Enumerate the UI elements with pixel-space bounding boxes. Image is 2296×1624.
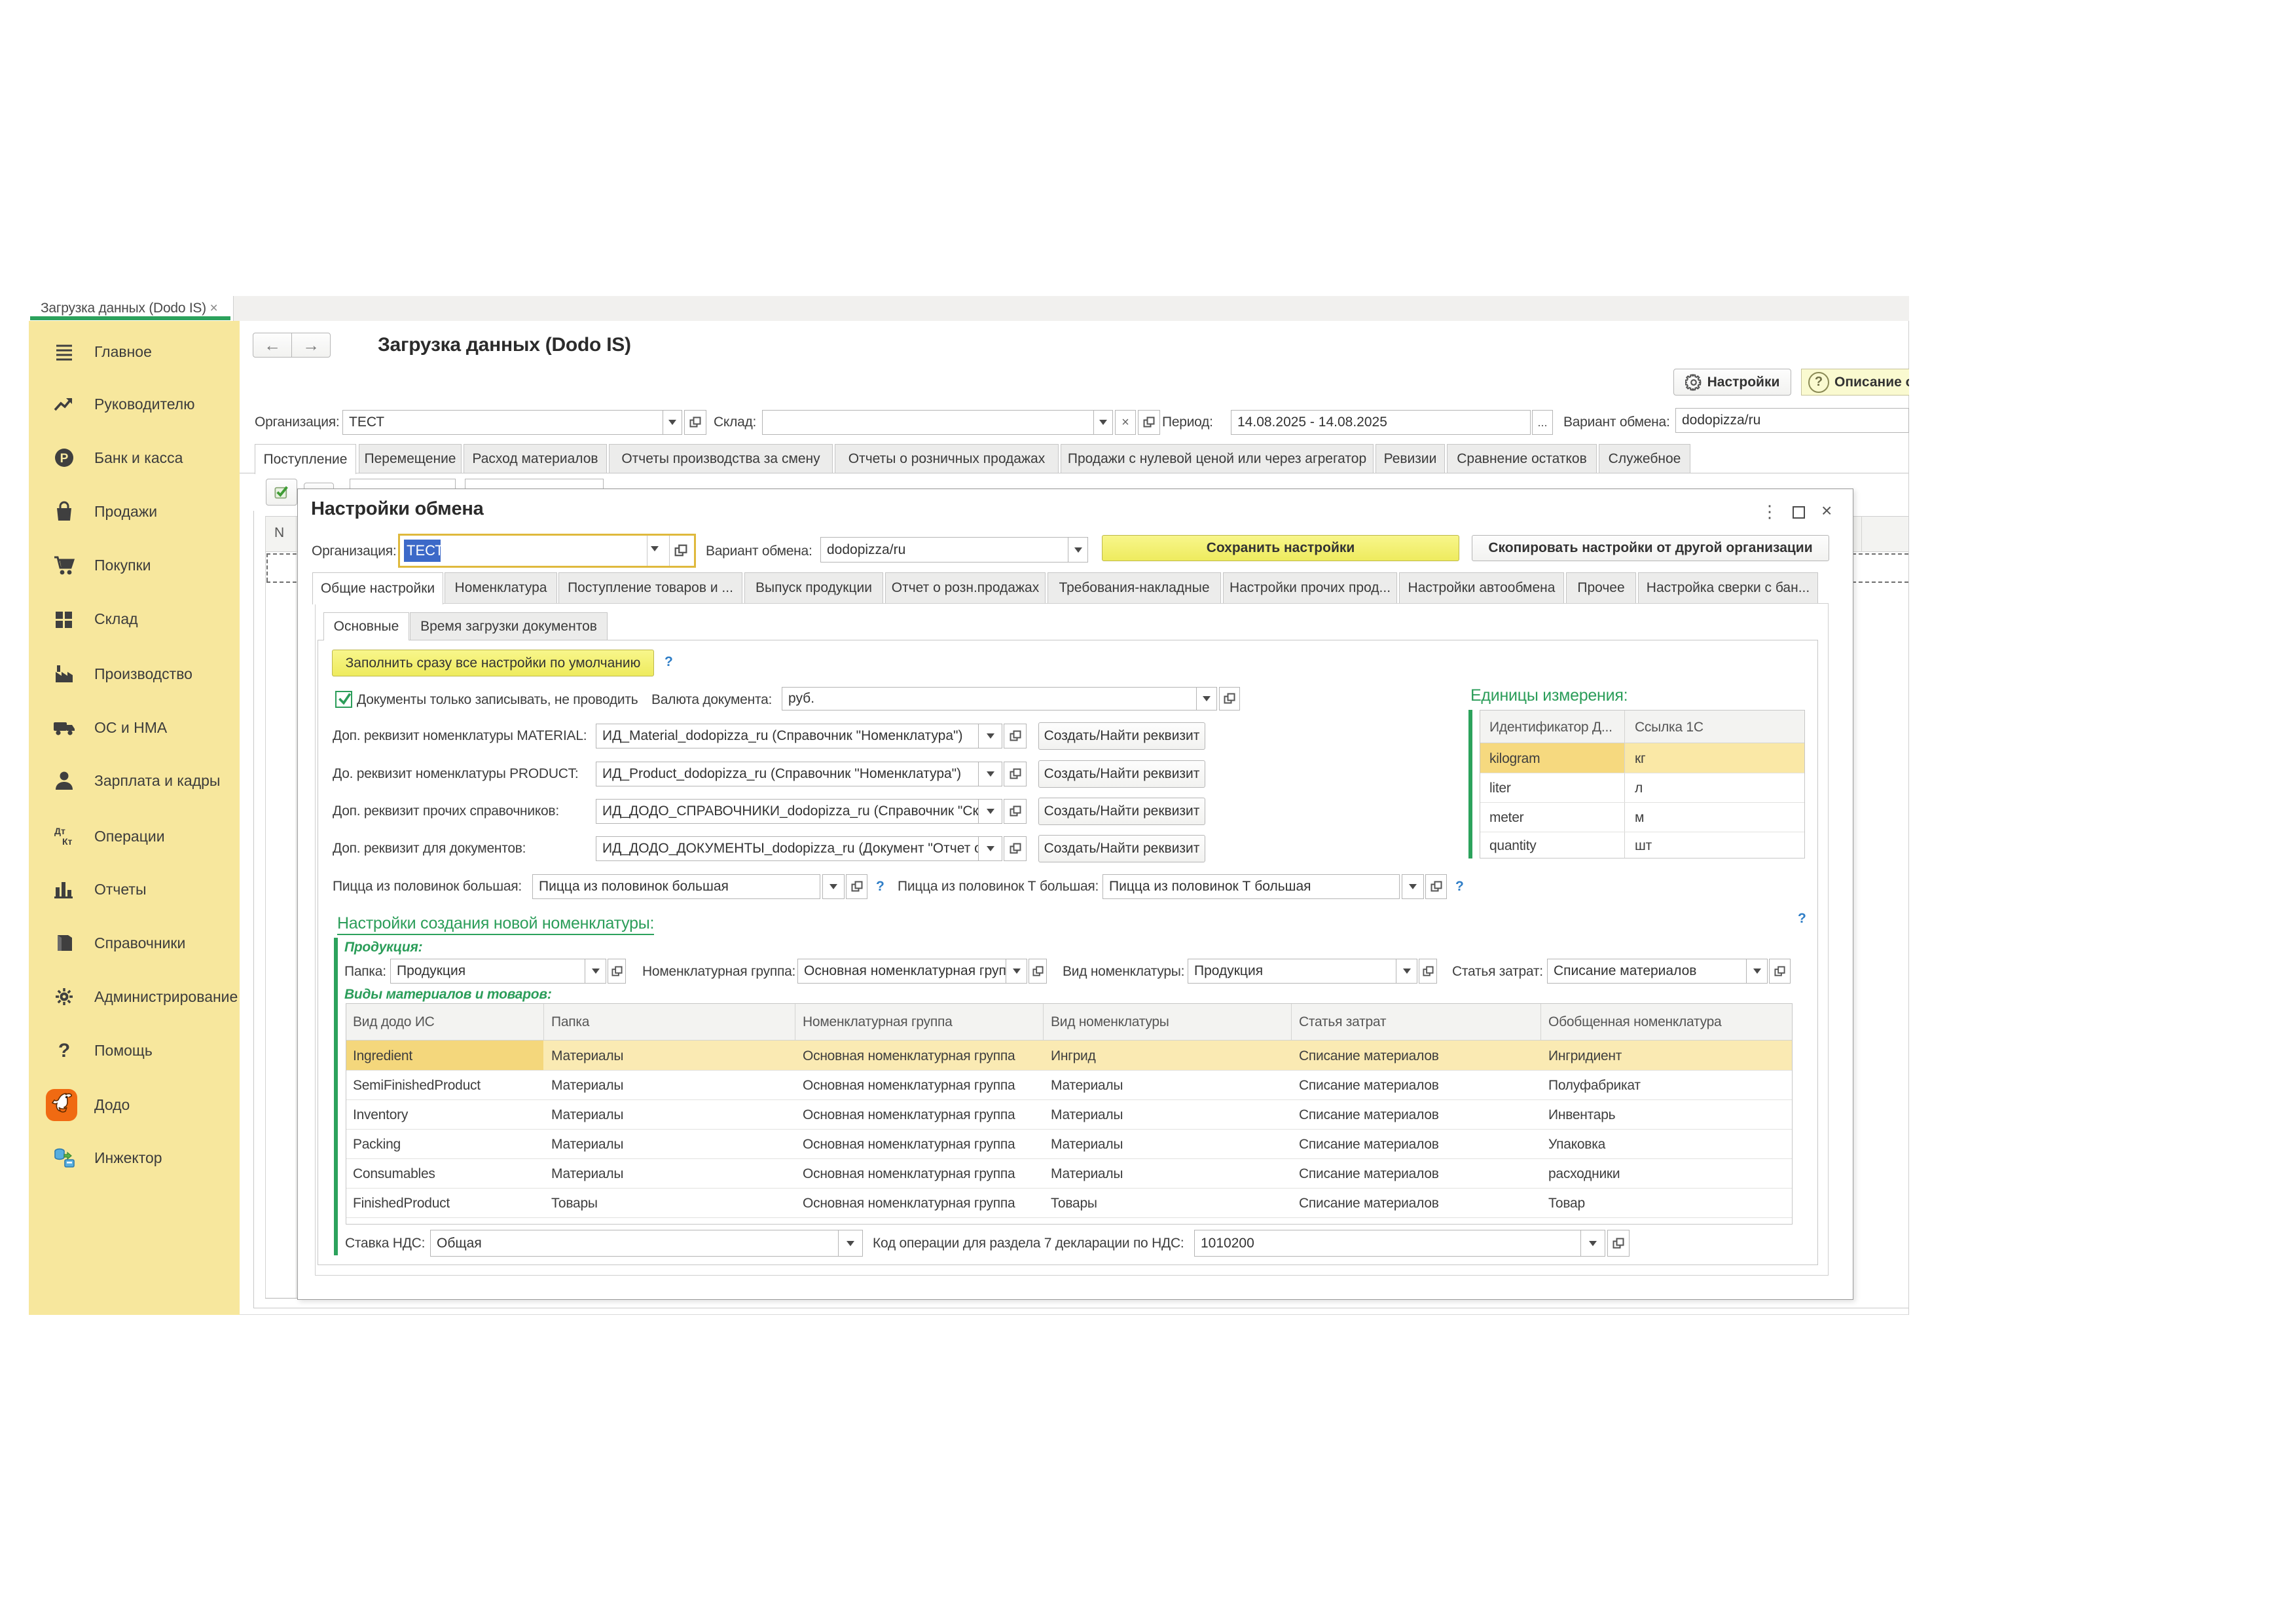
svg-text:?: ? — [58, 1040, 70, 1061]
svg-text:Дт: Дт — [54, 826, 65, 836]
svg-text:Р: Р — [60, 452, 69, 466]
svg-text:Кт: Кт — [62, 836, 73, 847]
